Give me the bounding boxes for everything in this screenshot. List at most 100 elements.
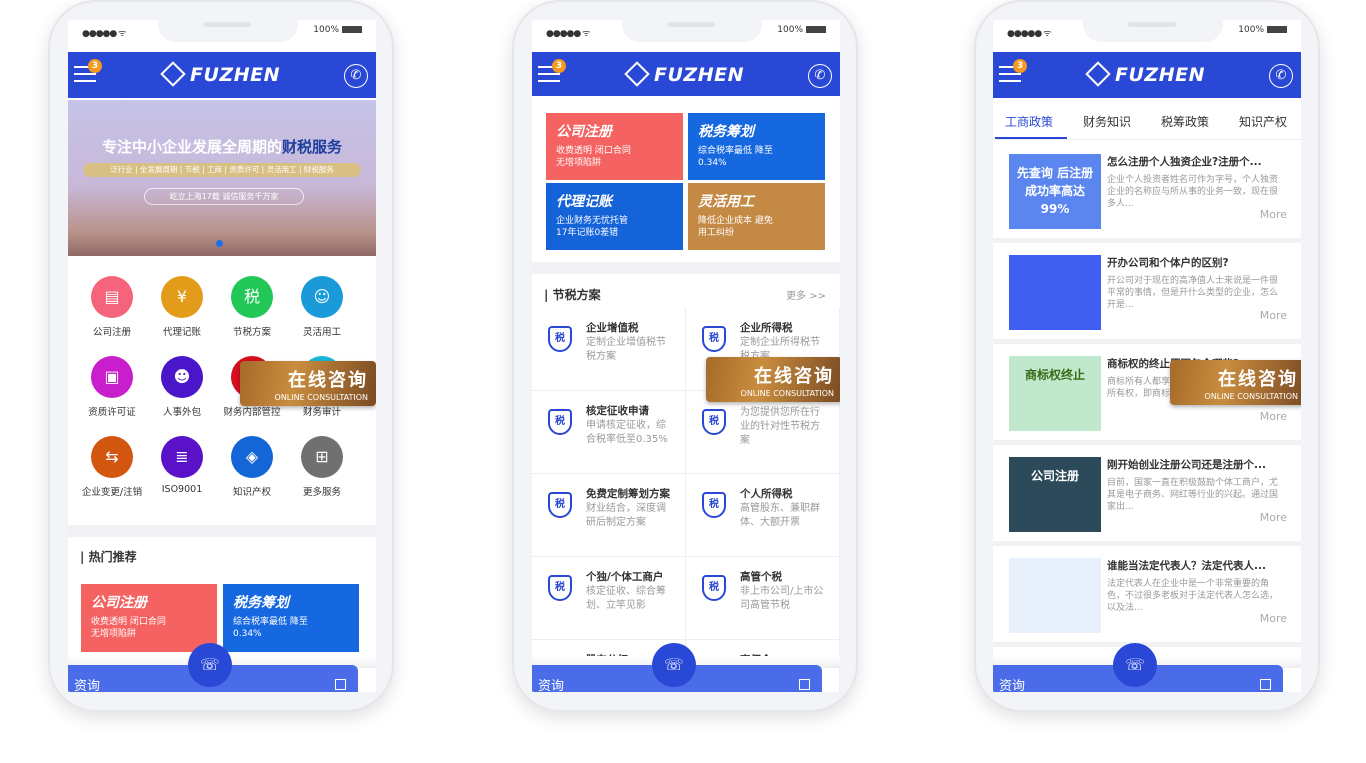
carousel-dot[interactable] — [216, 240, 223, 247]
more-link[interactable]: 更多 >> — [786, 287, 826, 302]
more-link[interactable]: More — [1260, 511, 1287, 524]
plan-title: 企业增值税 定制企业增值税节税方案 — [586, 322, 674, 364]
article-excerpt: 目前，国家一直在积极鼓励个体工商户，尤其是电子商务、网红等行业的兴起。通过国家出… — [1107, 478, 1279, 512]
service-10[interactable]: ≣ ISO9001 — [147, 436, 217, 495]
online-consultation-float[interactable]: 在线咨询 ONLINE CONSULTATION — [706, 357, 840, 402]
service-5[interactable]: ▣ 资质许可证 — [77, 356, 147, 418]
plan-desc: 财业结合，深度调研后制定方案 — [586, 503, 666, 528]
tax-plan-item[interactable]: 税为您提供您所在行业的针对性节税方案 — [686, 391, 840, 474]
person-icon: ☺ — [301, 276, 343, 318]
service-label: 灵活用工 — [302, 327, 341, 338]
tax-plan-item[interactable]: 税免费定制筹划方案 财业结合，深度调研后制定方案 — [532, 474, 686, 557]
card-title: 公司注册 — [556, 124, 612, 140]
screen: ●●●●● ᯤ 100% 3 FUZHEN ✆ 工商政策 财务知识 税筹政策 知识产权… — [993, 20, 1301, 692]
service-card[interactable]: 代理记账 企业财务无忧托管 17年记账0差错 — [546, 183, 683, 250]
banner-slogan: 屹立上海17载 诚信服务千万家 — [144, 188, 304, 205]
article-title: 开办公司和个体户的区别? — [1107, 257, 1229, 269]
phone-call-icon[interactable]: ✆ — [1269, 64, 1293, 88]
tab-3[interactable]: 税筹政策 — [1161, 113, 1209, 130]
online-consultation-float[interactable]: 在线咨询 ONLINE CONSULTATION — [1170, 360, 1301, 405]
phone-mockup-tax-plans: ●●●●● ᯤ 100% 3 FUZHEN ✆ | 节税方案 更多 >> 在线咨… — [512, 0, 858, 712]
phone-call-icon[interactable]: ✆ — [808, 64, 832, 88]
logo[interactable]: FUZHEN — [532, 61, 840, 87]
category-tabs: 工商政策 财务知识 税筹政策 知识产权 — [993, 100, 1301, 140]
section-title-hot: | 热门推荐 — [80, 550, 137, 564]
service-1[interactable]: ▤ 公司注册 — [77, 276, 147, 338]
service-label: 公司注册 — [92, 327, 131, 338]
tax-shield-icon: 税 — [548, 409, 572, 435]
square-icon — [335, 679, 346, 690]
hot-card[interactable]: 税务筹划 综合税率最低 降至0.34% — [223, 584, 359, 652]
service-9[interactable]: ⇆ 企业变更/注销 — [77, 436, 147, 498]
active-tab-indicator — [995, 137, 1067, 139]
more-link[interactable]: More — [1260, 612, 1287, 625]
voice-call-button[interactable]: ☏ — [188, 643, 232, 687]
plan-desc: 为您提供您所在行业的针对性节税方案 — [740, 407, 820, 446]
voice-call-button[interactable]: ☏ — [652, 643, 696, 687]
article-thumbnail: 商标权终止 — [1009, 356, 1101, 431]
article-excerpt: 法定代表人在企业中是一个非常重要的角色，不过很多老板对于法定代表人怎么选，以及法… — [1107, 579, 1279, 613]
tax-plan-item[interactable]: 税核定征收申请 申请核定征收，综合税率低至0.35% — [532, 391, 686, 474]
service-6[interactable]: ☻ 人事外包 — [147, 356, 217, 418]
battery-indicator: 100% — [1238, 25, 1287, 35]
logo[interactable]: FUZHEN — [68, 61, 376, 87]
tax-plan-item[interactable]: 税个独/个体工商户 核定征收、综合筹划、立竿见影 — [532, 557, 686, 640]
tax-plan-item[interactable]: 税个人所得税 高管股东、兼职群体、大额开票 — [686, 474, 840, 557]
tax-plan-item[interactable]: 税高管个税 非上市公司/上市公司高管节税 — [686, 557, 840, 640]
app-header: 3 FUZHEN ✆ — [532, 52, 840, 96]
brand-name: FUZHEN — [190, 64, 280, 86]
service-2[interactable]: ¥ 代理记账 — [147, 276, 217, 338]
online-consultation-float[interactable]: 在线咨询 ONLINE CONSULTATION — [240, 361, 376, 406]
more-link[interactable]: More — [1260, 309, 1287, 322]
grid-icon: ⊞ — [301, 436, 343, 478]
plan-desc: 定制企业增值税节税方案 — [586, 337, 666, 362]
card-desc: 收费透明 闭口合同 无增项陷阱 — [556, 146, 631, 168]
tax-icon: 税 — [231, 276, 273, 318]
service-label: 财务审计 — [302, 407, 341, 418]
card-desc: 降低企业成本 避免用工纠纷 — [698, 216, 773, 238]
logo-mark-icon — [160, 61, 186, 87]
service-4[interactable]: ☺ 灵活用工 — [287, 276, 357, 338]
phone-call-icon[interactable]: ✆ — [344, 64, 368, 88]
voice-call-button[interactable]: ☏ — [1113, 643, 1157, 687]
service-card[interactable]: 公司注册收费透明 闭口合同 无增项陷阱 — [546, 113, 683, 180]
battery-icon — [342, 26, 362, 33]
plan-title: 高管个税 非上市公司/上市公司高管节税 — [740, 571, 828, 613]
tax-shield-icon: 税 — [702, 326, 726, 352]
tax-plan-item[interactable]: 税企业增值税 定制企业增值税节税方案 — [532, 308, 686, 391]
document-badge-icon: ▣ — [91, 356, 133, 398]
more-link[interactable]: More — [1260, 208, 1287, 221]
service-card[interactable]: 税务筹划 综合税率最低 降至0.34% — [688, 113, 825, 180]
plan-title: 个人所得税 高管股东、兼职群体、大额开票 — [740, 488, 828, 530]
tab-4[interactable]: 知识产权 — [1239, 113, 1287, 130]
article-item[interactable]: 先查询 后注册 成功率高达99% 怎么注册个人独资企业?注册个... 企业个人投资者… — [993, 142, 1301, 243]
tab-2[interactable]: 财务知识 — [1083, 113, 1131, 130]
article-thumbnail — [1009, 255, 1101, 330]
service-11[interactable]: ◈ 知识产权 — [217, 436, 287, 498]
article-title: 刚开始创业注册公司还是注册个... — [1107, 459, 1266, 471]
banner-headline: 专注中小企业发展全周期的财税服务 — [101, 138, 343, 156]
plan-title: 免费定制筹划方案 财业结合，深度调研后制定方案 — [586, 488, 674, 530]
article-thumbnail — [1009, 558, 1101, 633]
tax-shield-icon: 税 — [548, 492, 572, 518]
battery-indicator: 100% — [777, 25, 826, 35]
receipt-yen-icon: ¥ — [161, 276, 203, 318]
article-title: 谁能当法定代表人？法定代表人... — [1107, 560, 1266, 572]
more-link[interactable]: More — [1260, 410, 1287, 423]
divider — [68, 525, 376, 537]
card-desc: 综合税率最低 降至0.34% — [233, 617, 308, 639]
article-item[interactable]: 公司注册 刚开始创业注册公司还是注册个... 目前，国家一直在积极鼓励个体工商户，尤… — [993, 445, 1301, 546]
article-thumbnail: 先查询 后注册 成功率高达99% — [1009, 154, 1101, 229]
signal-icon: ●●●●● ᯤ — [82, 29, 126, 39]
article-item[interactable]: 谁能当法定代表人？法定代表人... 法定代表人在企业中是一个非常重要的角色，不过很… — [993, 546, 1301, 647]
tab-1[interactable]: 工商政策 — [1005, 113, 1053, 130]
hot-card[interactable]: 公司注册 收费透明 闭口合同 无增项陷阱 — [81, 584, 217, 652]
banner-tags: 泛行业 | 全发展周期 | 节税 | 工商 | 资质许可 | 灵活用工 | 财税… — [83, 163, 361, 177]
service-3[interactable]: 税节税方案 — [217, 276, 287, 338]
hero-banner[interactable]: 专注中小企业发展全周期的财税服务 泛行业 | 全发展周期 | 节税 | 工商 |… — [68, 100, 376, 256]
service-12[interactable]: ⊞ 更多服务 — [287, 436, 357, 498]
logo[interactable]: FUZHEN — [993, 61, 1301, 87]
article-item[interactable]: 开办公司和个体户的区别? 开公司对于现在的高净值人士来说是一件很平常的事情，但是开… — [993, 243, 1301, 344]
service-card[interactable]: 灵活用工降低企业成本 避免用工纠纷 — [688, 183, 825, 250]
card-title: 灵活用工 — [698, 194, 754, 210]
